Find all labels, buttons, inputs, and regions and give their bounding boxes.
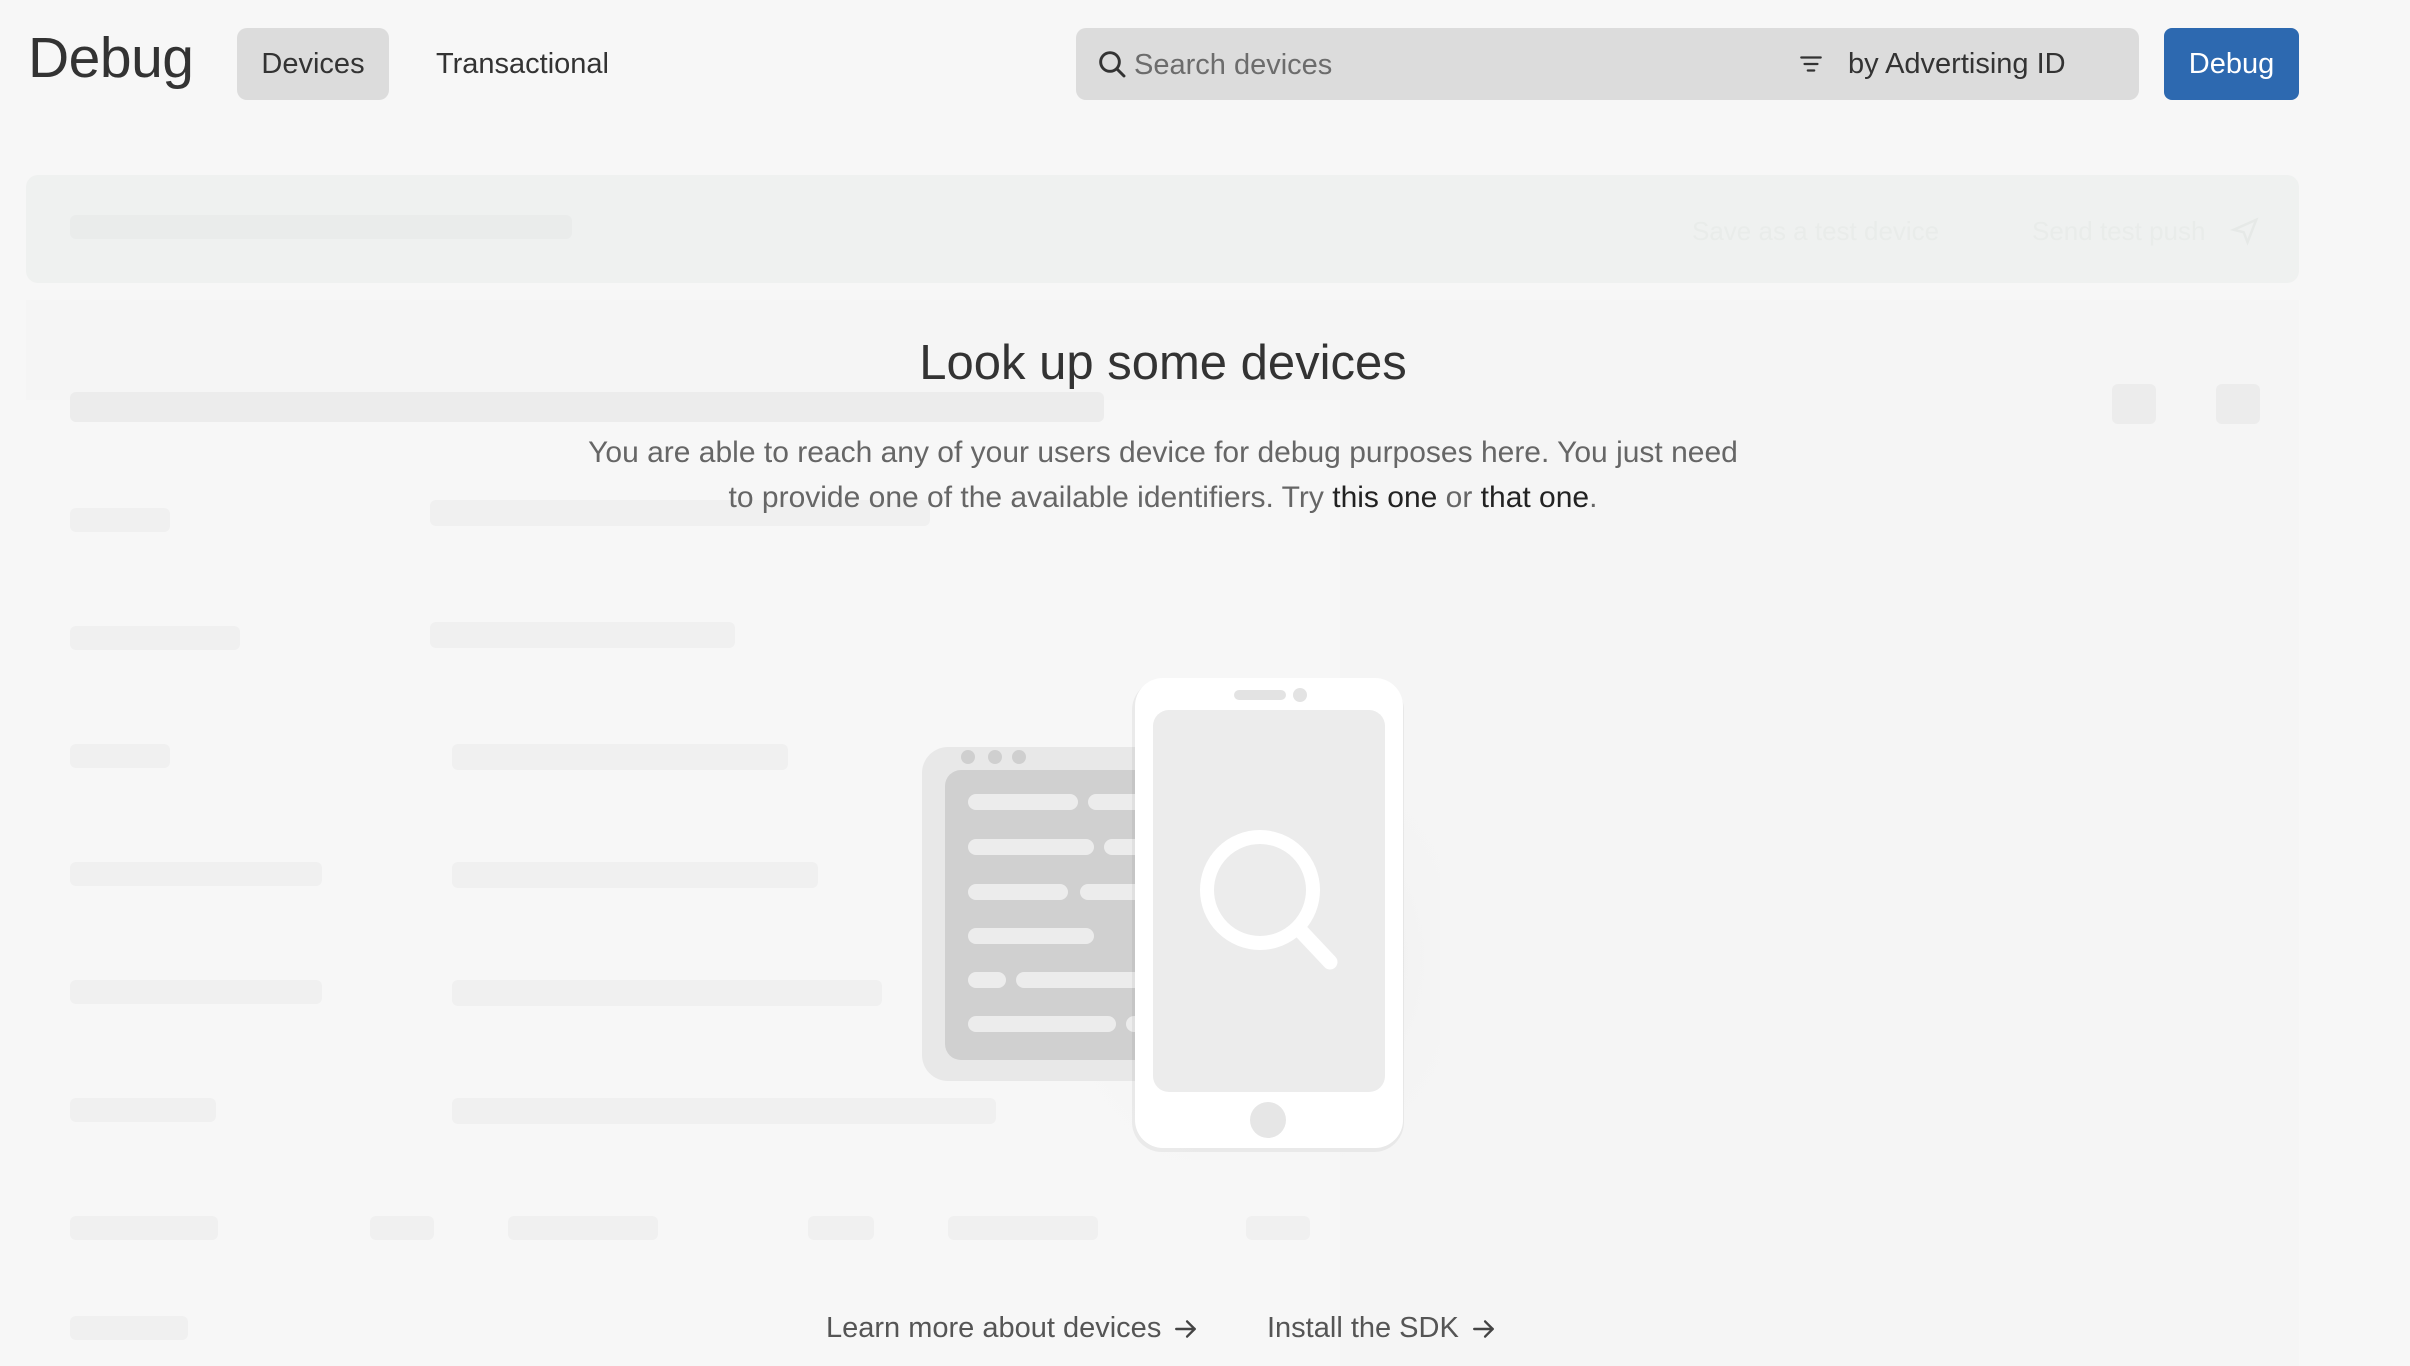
arrow-right-icon <box>1472 1319 1494 1338</box>
skeleton-line <box>70 862 322 886</box>
skeleton-line <box>948 1216 1098 1240</box>
tab-transactional-label: Transactional <box>435 47 609 80</box>
learn-more-devices-link[interactable]: Learn more about devices <box>826 1312 1199 1345</box>
skeleton-line <box>70 626 240 650</box>
skeleton-line <box>70 744 170 768</box>
debug-button[interactable]: Debug <box>2164 28 2299 100</box>
example-link-that-one[interactable]: that one <box>1481 481 1589 514</box>
skeleton-line <box>70 508 170 532</box>
search-icon <box>1099 51 1126 78</box>
tab-devices-label: Devices <box>261 47 365 80</box>
desc-line-2: to provide one of the available identifi… <box>728 481 1333 514</box>
tab-devices[interactable]: Devices <box>237 28 389 100</box>
skeleton-line <box>70 1098 216 1122</box>
phone-search-illustration <box>922 678 1440 1160</box>
skeleton-line <box>70 980 322 1004</box>
search-input[interactable] <box>1132 28 1756 102</box>
skeleton-line <box>430 622 735 648</box>
arrow-right-icon <box>1175 1319 1197 1338</box>
skeleton-line <box>370 1216 434 1240</box>
skeleton-line <box>70 1316 188 1340</box>
search-box: by Advertising ID <box>1076 28 2139 102</box>
install-sdk-link[interactable]: Install the SDK <box>1267 1312 1497 1345</box>
desc-or: or <box>1437 481 1481 514</box>
example-link-this-one[interactable]: this one <box>1332 481 1437 514</box>
install-sdk-label: Install the SDK <box>1267 1312 1459 1344</box>
skeleton-line <box>70 215 572 239</box>
filter-label: by Advertising ID <box>1848 47 2066 80</box>
skeleton-line <box>70 1216 218 1240</box>
filter-dropdown[interactable]: by Advertising ID <box>1788 28 2118 100</box>
save-test-device-ghost: Save as a test device <box>1692 216 1940 246</box>
phone-illustration <box>1132 678 1404 1152</box>
send-test-push-ghost: Send test push <box>2032 216 2206 246</box>
tab-transactional[interactable]: Transactional <box>410 28 635 100</box>
skeleton-line <box>452 980 882 1006</box>
skeleton-line <box>508 1216 658 1240</box>
page-title: Debug <box>28 26 194 90</box>
skeleton-line <box>452 744 788 770</box>
skeleton-line <box>808 1216 874 1240</box>
empty-state-description: You are able to reach any of your users … <box>563 430 1763 520</box>
send-icon <box>2230 217 2259 246</box>
desc-end: . <box>1589 481 1598 514</box>
skeleton-line <box>1246 1216 1310 1240</box>
skeleton-line <box>70 392 1104 422</box>
filter-icon <box>1800 56 1822 72</box>
learn-more-label: Learn more about devices <box>826 1312 1162 1344</box>
empty-state-title: Look up some devices <box>919 336 1407 390</box>
skeleton-line <box>452 862 818 888</box>
desc-line-1: You are able to reach any of your users … <box>588 436 1738 469</box>
